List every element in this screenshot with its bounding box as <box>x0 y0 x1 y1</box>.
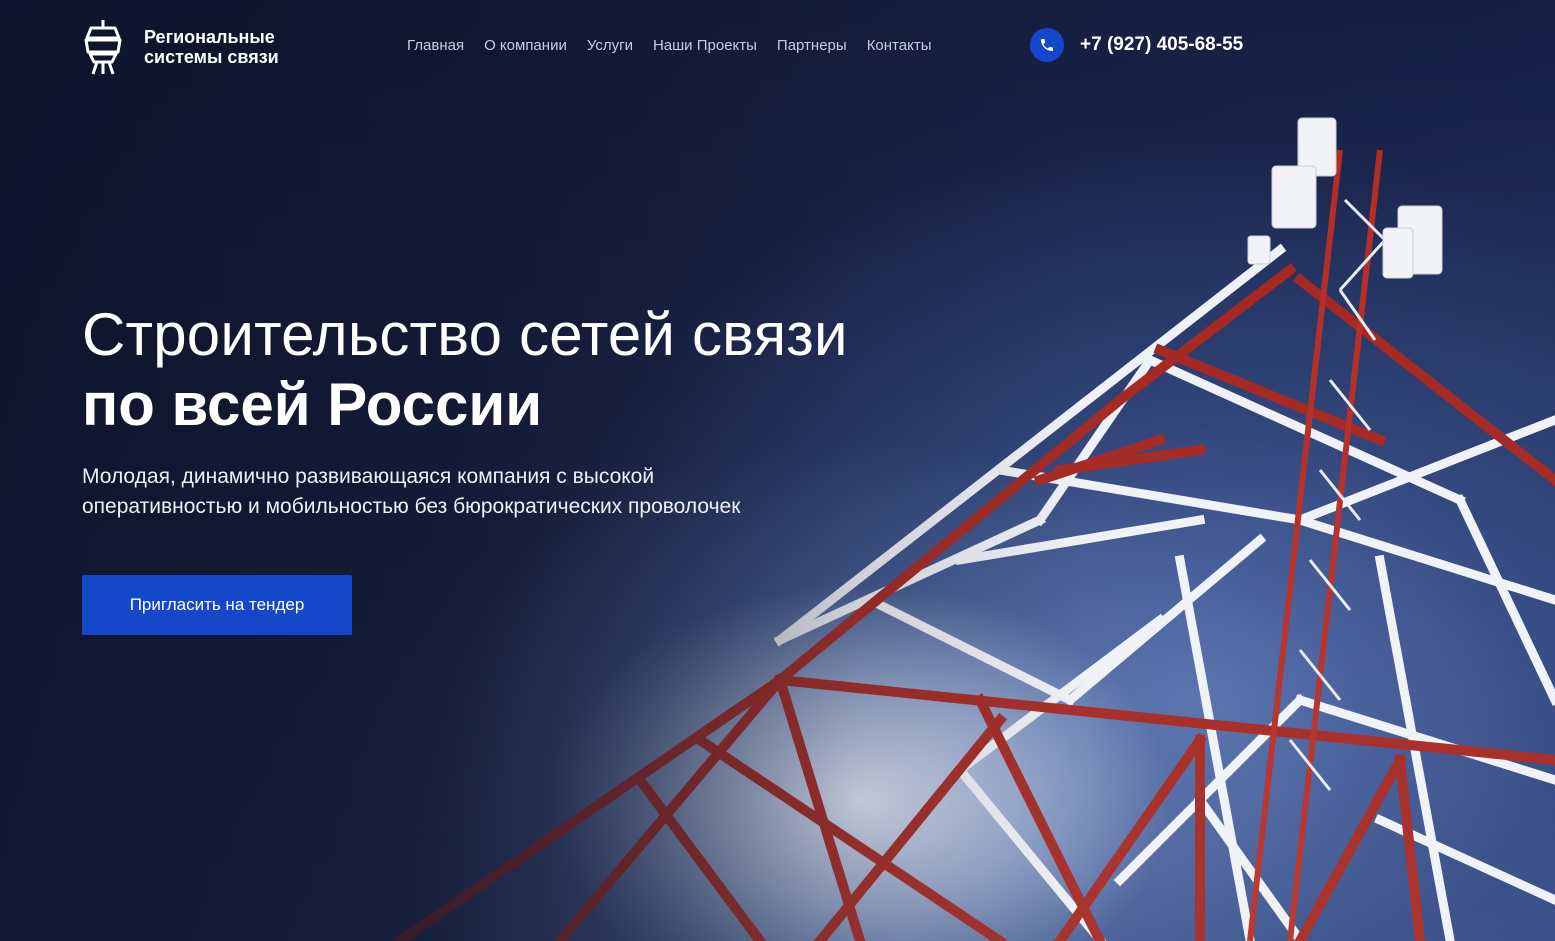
phone-icon <box>1041 39 1053 51</box>
tower-logo-icon <box>84 20 122 75</box>
site-header: Региональные системы связи Главная О ком… <box>0 0 1555 95</box>
main-nav: Главная О компании Услуги Наши Проекты П… <box>397 36 941 56</box>
nav-item-contacts[interactable]: Контакты <box>867 36 932 56</box>
invite-tender-button[interactable]: Пригласить на тендер <box>82 575 352 635</box>
nav-item-home[interactable]: Главная <box>407 36 464 56</box>
nav-item-about[interactable]: О компании <box>484 36 567 56</box>
nav-item-services[interactable]: Услуги <box>587 36 633 56</box>
hero-title-line1: Строительство сетей связи <box>82 301 848 368</box>
hero-section: Региональные системы связи Главная О ком… <box>0 0 1555 941</box>
hero-title-line2: по всей России <box>82 371 543 438</box>
brand-name-line2: системы связи <box>144 47 279 67</box>
hero-content: Строительство сетей связи по всей России… <box>82 300 848 522</box>
phone-button[interactable] <box>1030 28 1064 62</box>
hero-subtitle: Молодая, динамично развивающаяся компани… <box>82 462 842 522</box>
phone-contact[interactable]: +7 (927) 405-68-55 <box>1030 28 1243 62</box>
hero-subtitle-line2: оперативностью и мобильностью без бюрокр… <box>82 495 741 518</box>
brand-logo[interactable]: Региональные системы связи <box>82 18 279 76</box>
hero-subtitle-line1: Молодая, динамично развивающаяся компани… <box>82 465 655 488</box>
phone-number[interactable]: +7 (927) 405-68-55 <box>1080 34 1243 56</box>
brand-name: Региональные системы связи <box>144 27 279 67</box>
nav-item-projects[interactable]: Наши Проекты <box>653 36 757 56</box>
nav-item-partners[interactable]: Партнеры <box>777 36 847 56</box>
brand-name-line1: Региональные <box>144 27 275 47</box>
